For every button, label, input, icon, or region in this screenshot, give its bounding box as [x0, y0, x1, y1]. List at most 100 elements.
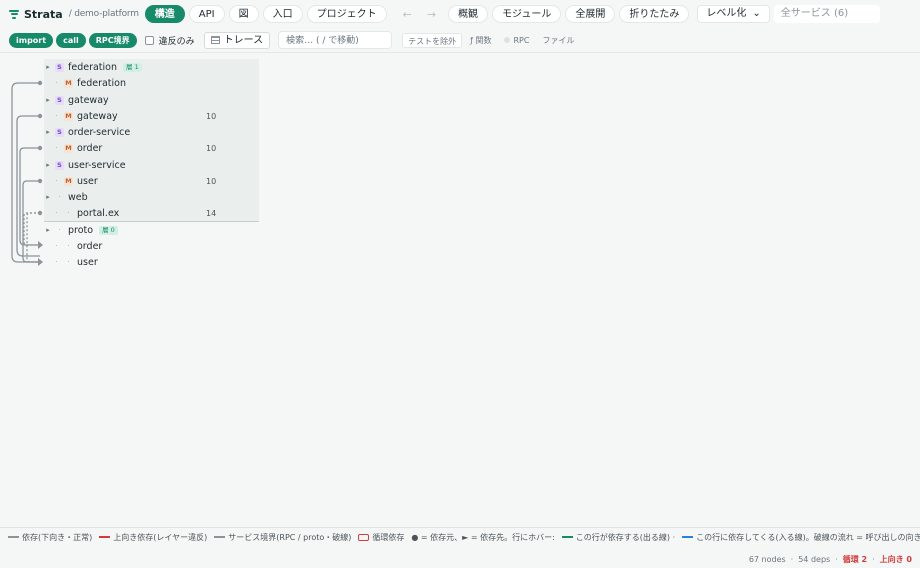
service-badge-icon: S — [55, 160, 64, 170]
tree-row-file-user[interactable]: · · user — [44, 254, 259, 270]
file-bullet-icon: · — [67, 258, 70, 266]
tree-row-module-gateway[interactable]: · M gateway 10 — [44, 108, 259, 124]
forward-arrow-icon[interactable]: → — [427, 8, 436, 21]
layout-select-value: レベル化 — [706, 8, 747, 19]
tree-row-label: proto — [68, 224, 94, 236]
service-filter-input[interactable]: 全サービス (6) — [773, 5, 880, 23]
bullet-icon: · — [55, 209, 58, 217]
brand-name: Strata — [24, 7, 63, 21]
dependency-gutter — [11, 80, 43, 266]
tree-row-label: federation — [68, 61, 117, 73]
expand-caret-icon[interactable]: ▸ — [44, 161, 52, 169]
tab-project[interactable]: プロジェクト — [306, 5, 387, 23]
mode-buttons: 概観 モジュール 全展開 折りたたみ — [448, 5, 690, 23]
chip-call[interactable]: call — [56, 32, 86, 48]
tree-row-label: user — [77, 175, 98, 187]
violations-only-toggle[interactable]: 違反のみ — [144, 34, 195, 47]
brand[interactable]: Strata — [9, 8, 63, 21]
bullet-icon: · — [55, 258, 58, 266]
bullet-icon: · — [55, 144, 58, 152]
tree-row-label: user — [77, 256, 98, 268]
tree-row-module-order[interactable]: · M order 10 — [44, 140, 259, 156]
collapse-all-button[interactable]: 折りたたみ — [619, 5, 690, 23]
tree-row-label: order — [77, 240, 103, 252]
tab-api[interactable]: API — [188, 5, 225, 23]
tree-row-label: user-service — [68, 159, 126, 171]
incoming-swatch-icon — [682, 536, 694, 538]
outgoing-swatch-icon — [561, 536, 573, 538]
expand-caret-icon[interactable]: ▸ — [44, 63, 52, 71]
tree-row-module-federation[interactable]: · M federation — [44, 75, 259, 91]
service-badge-icon: S — [55, 95, 64, 105]
layout-select[interactable]: レベル化 ⌄ — [697, 5, 770, 23]
service-badge-icon: S — [55, 127, 64, 137]
dependency-count: 10 — [206, 111, 217, 121]
dependency-count: 10 — [206, 176, 217, 186]
rpc-dot-icon — [504, 37, 511, 43]
cycle-swatch-icon — [358, 533, 370, 541]
legend-item: サービス境界(RPC / proto・破線) — [214, 532, 351, 543]
tab-diagram[interactable]: 図 — [228, 5, 259, 23]
chip-import[interactable]: import — [9, 32, 54, 48]
tree-row-service-federation[interactable]: ▸ S federation 層 1 — [44, 59, 259, 75]
exclude-tests-button[interactable]: テストを除外 — [402, 32, 463, 48]
chip-rpc-boundary[interactable]: RPC境界 — [88, 32, 137, 48]
cycle-count-badge[interactable]: 循環 2 — [843, 554, 867, 565]
legend-item: この行に依存してくる(入る線)。破線の流れ = 呼び出しの向き — [682, 532, 920, 543]
file-bullet-icon: · — [67, 209, 70, 217]
bullet-icon: · — [58, 226, 61, 234]
expand-caret-icon[interactable]: ▸ — [44, 128, 52, 136]
overview-button[interactable]: 概観 — [448, 5, 489, 23]
upward-dependency-swatch-icon — [99, 536, 111, 538]
filter-toolbar: import call RPC境界 違反のみ トレース 検索… ( / で移動)… — [0, 29, 920, 51]
tree-row-group-proto[interactable]: ▸ · proto 層 0 — [44, 222, 259, 238]
function-toggle[interactable]: ƒ 関数 — [465, 33, 496, 48]
dependency-count-total: 54 deps — [798, 555, 831, 564]
tab-structure[interactable]: 構造 — [144, 5, 185, 23]
module-button[interactable]: モジュール — [492, 5, 562, 23]
bullet-icon: · — [58, 193, 61, 201]
layer-tag: 層 0 — [99, 225, 118, 235]
trace-icon — [210, 36, 220, 44]
tab-entry[interactable]: 入口 — [262, 5, 303, 23]
project-breadcrumb[interactable]: / demo-platform — [69, 9, 139, 19]
bullet-icon: · — [55, 79, 58, 87]
normal-dependency-swatch-icon — [8, 536, 19, 538]
legend-item: この行が依存する(出る線) · — [561, 532, 675, 543]
tree-row-service-user[interactable]: ▸ S user-service — [44, 157, 259, 173]
module-badge-icon: M — [64, 143, 73, 153]
module-badge-icon: M — [64, 78, 73, 88]
view-tabs: 構造 API 図 入口 プロジェクト — [144, 5, 387, 23]
service-badge-icon: S — [55, 62, 64, 72]
expand-caret-icon[interactable]: ▸ — [44, 193, 52, 201]
legend: 依存(下向き・正常) 上向き依存(レイヤー違反) サービス境界(RPC / pr… — [8, 531, 920, 543]
rpc-toggle[interactable]: RPC — [499, 33, 534, 48]
chevron-down-icon: ⌄ — [752, 8, 761, 19]
legend-item: 上向き依存(レイヤー違反) — [99, 532, 207, 543]
tree-row-module-user[interactable]: · M user 10 — [44, 173, 259, 189]
search-input[interactable]: 検索… ( / で移動) — [278, 31, 393, 49]
dependency-count: 10 — [206, 143, 217, 153]
tree-row-group-web[interactable]: ▸ · web — [44, 189, 259, 205]
expand-caret-icon[interactable]: ▸ — [44, 226, 52, 234]
violations-only-checkbox[interactable] — [144, 35, 154, 45]
file-toggle[interactable]: ファイル — [537, 33, 579, 48]
tree-row-service-order[interactable]: ▸ S order-service — [44, 124, 259, 140]
tree-row-label: web — [68, 191, 88, 203]
status-bar: 67 nodes · 54 deps · 循環 2 · 上向き 0 — [748, 554, 912, 565]
file-bullet-icon: · — [67, 242, 70, 250]
module-badge-icon: M — [64, 111, 73, 121]
bullet-icon: · — [55, 242, 58, 250]
upward-count-badge[interactable]: 上向き 0 — [880, 554, 912, 565]
tree-row-service-gateway[interactable]: ▸ S gateway — [44, 92, 259, 108]
back-arrow-icon[interactable]: ← — [403, 8, 412, 21]
legend-item: 循環依存 — [358, 532, 404, 543]
trace-button[interactable]: トレース — [203, 31, 271, 49]
tree-row-file-portal[interactable]: · · portal.ex 14 — [44, 205, 259, 221]
tree-row-file-order[interactable]: · · order — [44, 238, 259, 254]
bullet-icon: · — [55, 177, 58, 185]
expand-all-button[interactable]: 全展開 — [565, 5, 616, 23]
tree-row-label: gateway — [68, 94, 109, 106]
module-badge-icon: M — [64, 176, 73, 186]
expand-caret-icon[interactable]: ▸ — [44, 96, 52, 104]
